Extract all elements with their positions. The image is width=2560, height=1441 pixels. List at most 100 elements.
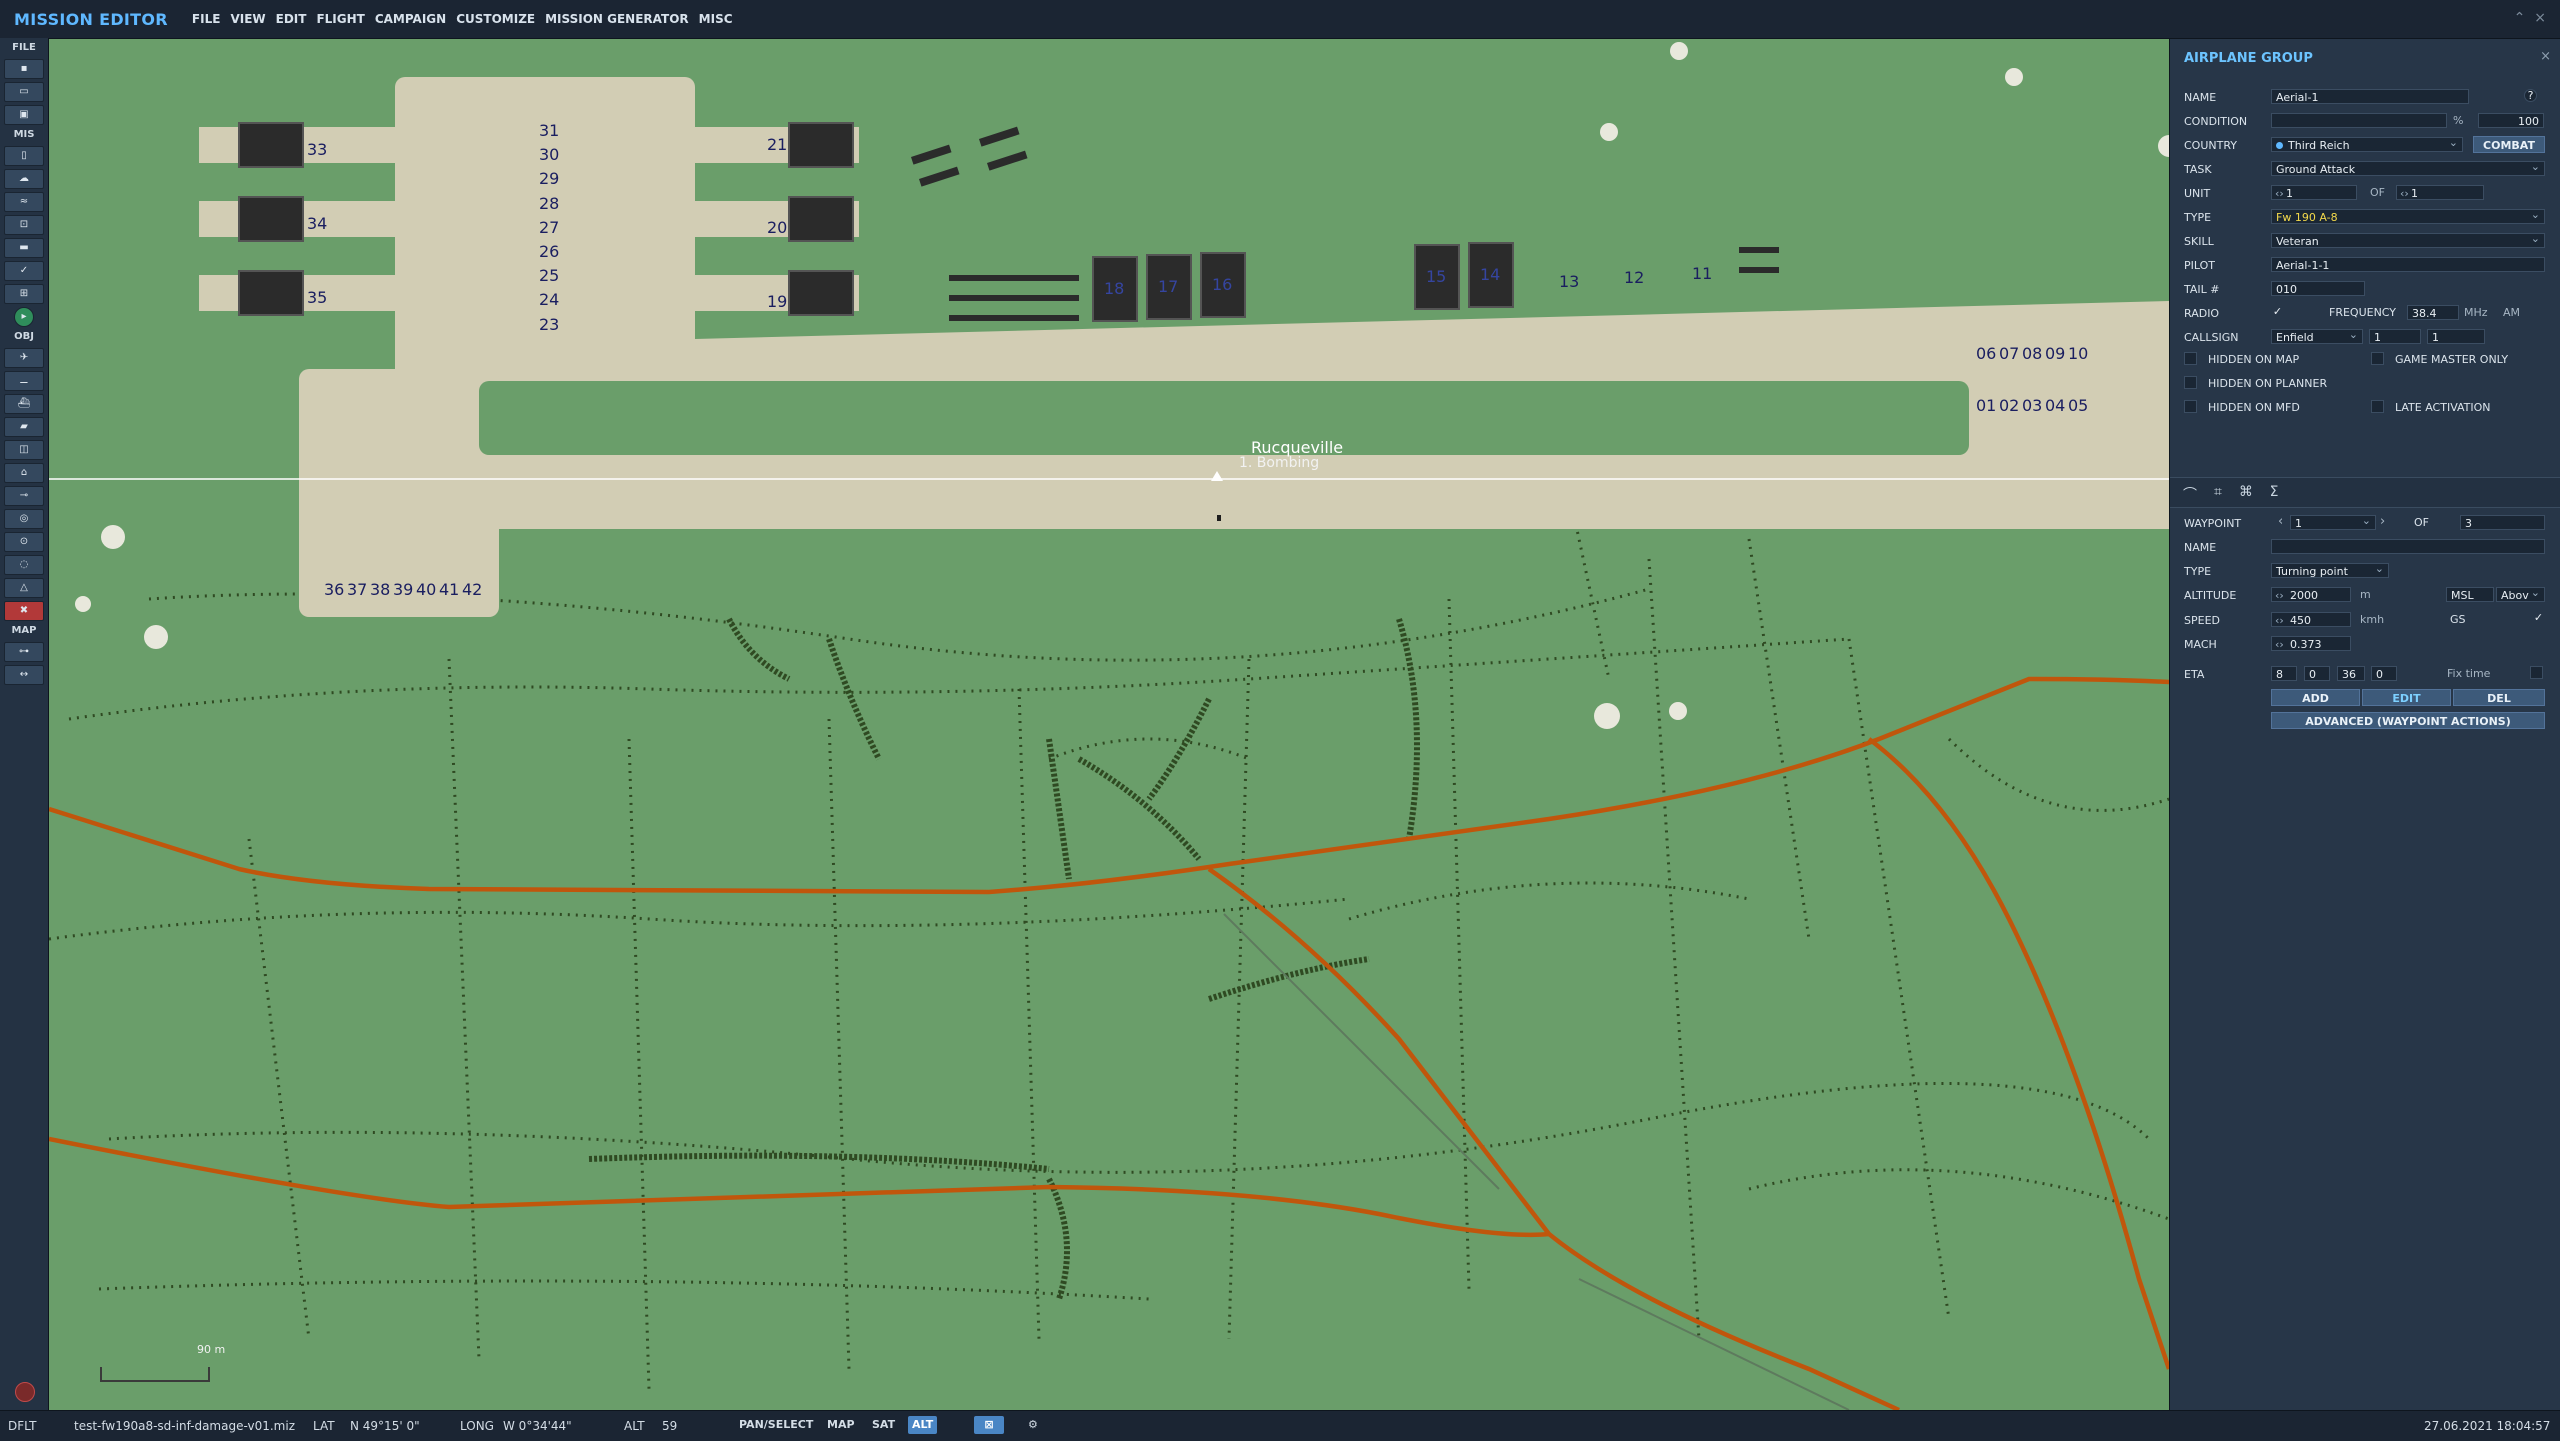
unit-stepper[interactable]: ‹› 1 — [2271, 185, 2357, 200]
mission-options-icon[interactable]: ▯ — [4, 146, 44, 166]
resource-manager-icon[interactable]: ⊞ — [4, 284, 44, 304]
waypoint-select[interactable]: 1 — [2290, 515, 2376, 530]
add-airplane-icon[interactable]: ✈ — [4, 348, 44, 368]
frequency-input[interactable]: 38.4 — [2407, 305, 2459, 320]
delete-icon[interactable]: ✖ — [4, 601, 44, 621]
waypoint-type-select[interactable]: Turning point — [2271, 563, 2389, 578]
triggers-icon[interactable]: ⊡ — [4, 215, 44, 235]
menu-misc[interactable]: MISC — [699, 12, 733, 26]
fly-mission-icon[interactable]: ▸ — [14, 307, 34, 327]
condition-value[interactable]: 100 — [2478, 113, 2544, 128]
modulation-select[interactable]: AM — [2503, 306, 2520, 319]
hidden-on-planner-checkbox[interactable] — [2184, 376, 2197, 389]
targets-tab-icon[interactable]: ⌗ — [2208, 484, 2228, 500]
record-icon[interactable] — [15, 1382, 35, 1402]
speed-stepper[interactable]: ‹› 450 — [2271, 612, 2351, 627]
menu-file[interactable]: FILE — [192, 12, 221, 26]
gs-checkbox[interactable]: ✓ — [2532, 612, 2545, 625]
add-template-icon[interactable]: ⌂ — [4, 463, 44, 483]
save-file-icon[interactable]: ▣ — [4, 105, 44, 125]
task-select[interactable]: Ground Attack — [2271, 161, 2545, 176]
new-file-icon[interactable]: ▪ — [4, 59, 44, 79]
waypoint-name-input[interactable] — [2271, 539, 2545, 554]
callsign-number-2[interactable]: 1 — [2427, 329, 2485, 344]
briefing-icon[interactable]: ▬ — [4, 238, 44, 258]
aircraft-marker[interactable] — [1217, 515, 1221, 521]
menu-flight[interactable]: FLIGHT — [316, 12, 364, 26]
stepper-arrows-icon[interactable]: ‹› — [2275, 613, 2284, 626]
unit-total-stepper[interactable]: ‹› 1 — [2396, 185, 2484, 200]
altitude-mode-select[interactable]: Abov — [2496, 587, 2545, 602]
type-select[interactable]: Fw 190 A-8 — [2271, 209, 2545, 224]
add-initial-point-icon[interactable]: ⊙ — [4, 532, 44, 552]
summary-tab-icon[interactable]: Σ — [2264, 484, 2284, 500]
add-ship-icon[interactable]: ⛴ — [4, 394, 44, 414]
tail-number-input[interactable]: 010 — [2271, 281, 2365, 296]
close-icon[interactable]: × — [2534, 10, 2546, 26]
game-master-only-checkbox[interactable] — [2371, 352, 2384, 365]
eta-day[interactable]: 8 — [2271, 666, 2297, 681]
route-tab-icon[interactable]: ⌒ — [2180, 484, 2200, 503]
menu-mission-generator[interactable]: MISSION GENERATOR — [545, 12, 689, 26]
menu-customize[interactable]: CUSTOMIZE — [456, 12, 535, 26]
map-settings-icon[interactable]: ⚙ — [1024, 1416, 1042, 1434]
minimize-icon[interactable]: ⌃ — [2514, 10, 2526, 26]
map-view-button[interactable]: MAP — [823, 1416, 859, 1434]
stepper-arrows-icon[interactable]: ‹› — [2400, 186, 2409, 199]
stepper-arrows-icon[interactable]: ‹› — [2275, 588, 2284, 601]
stepper-arrows-icon[interactable]: ‹› — [2275, 186, 2284, 199]
waypoint-next-icon[interactable]: › — [2380, 514, 2385, 529]
weather-icon[interactable]: ☁ — [4, 169, 44, 189]
stepper-arrows-icon[interactable]: ‹› — [2275, 637, 2284, 650]
altitude-stepper[interactable]: ‹› 2000 — [2271, 587, 2351, 602]
hidden-on-map-checkbox[interactable] — [2184, 352, 2197, 365]
payload-tab-icon[interactable]: ⌘ — [2236, 484, 2256, 500]
waypoint-prev-icon[interactable]: ‹ — [2278, 514, 2283, 529]
pilot-input[interactable]: Aerial-1-1 — [2271, 257, 2545, 272]
goals-icon[interactable]: ✓ — [4, 261, 44, 281]
skill-select[interactable]: Veteran — [2271, 233, 2545, 248]
late-activation-checkbox[interactable] — [2371, 400, 2384, 413]
sat-view-button[interactable]: SAT — [868, 1416, 899, 1434]
add-bullseye-icon[interactable]: ◌ — [4, 555, 44, 575]
add-vehicle-icon[interactable]: ▰ — [4, 417, 44, 437]
hidden-on-mfd-checkbox[interactable] — [2184, 400, 2197, 413]
wind-icon[interactable]: ≈ — [4, 192, 44, 212]
add-nav-point-icon[interactable]: ◎ — [4, 509, 44, 529]
eta-second[interactable]: 0 — [2371, 666, 2397, 681]
map-options-icon[interactable]: ⊶ — [4, 642, 44, 662]
waypoint-del-button[interactable]: DEL — [2453, 689, 2545, 706]
map-filter-icon[interactable]: ⊠ — [974, 1416, 1004, 1434]
ruler-icon[interactable]: ↔ — [4, 665, 44, 685]
menu-edit[interactable]: EDIT — [276, 12, 307, 26]
help-icon[interactable]: ? — [2524, 89, 2537, 102]
callsign-select[interactable]: Enfield — [2271, 329, 2363, 344]
menu-view[interactable]: VIEW — [230, 12, 265, 26]
alt-view-button[interactable]: ALT — [908, 1416, 938, 1434]
combat-button[interactable]: COMBAT — [2473, 136, 2545, 153]
pan-select-button[interactable]: PAN/SELECT — [735, 1416, 817, 1434]
eta-hour[interactable]: 0 — [2304, 666, 2330, 681]
advanced-waypoint-actions-button[interactable]: ADVANCED (WAYPOINT ACTIONS) — [2271, 712, 2545, 729]
radio-checkbox[interactable]: ✓ — [2271, 306, 2284, 319]
map-canvas[interactable]: 33 34 35 21 20 19 31 30 29 28 27 26 25 2… — [49, 39, 2169, 1410]
open-file-icon[interactable]: ▭ — [4, 82, 44, 102]
panel-close-icon[interactable]: × — [2540, 49, 2551, 64]
waypoint-edit-button[interactable]: EDIT — [2362, 689, 2451, 706]
altitude-reference[interactable]: MSL — [2446, 587, 2494, 602]
add-static-icon[interactable]: ◫ — [4, 440, 44, 460]
fix-time-checkbox[interactable] — [2530, 666, 2543, 679]
condition-slider[interactable] — [2271, 113, 2447, 128]
callsign-number-1[interactable]: 1 — [2369, 329, 2421, 344]
mach-stepper[interactable]: ‹› 0.373 — [2271, 636, 2351, 651]
waypoint-add-button[interactable]: ADD — [2271, 689, 2360, 706]
parking-label: 06 — [1976, 344, 1996, 363]
menu-campaign[interactable]: CAMPAIGN — [375, 12, 446, 26]
country-select[interactable]: Third Reich — [2271, 137, 2463, 152]
group-name-input[interactable]: Aerial-1 — [2271, 89, 2469, 104]
draw-tools-icon[interactable]: △ — [4, 578, 44, 598]
add-helicopter-icon[interactable]: ⚊ — [4, 371, 44, 391]
add-trigger-zone-icon[interactable]: ⊸ — [4, 486, 44, 506]
eta-minute[interactable]: 36 — [2337, 666, 2365, 681]
profile-select[interactable]: DFLT — [8, 1419, 37, 1433]
